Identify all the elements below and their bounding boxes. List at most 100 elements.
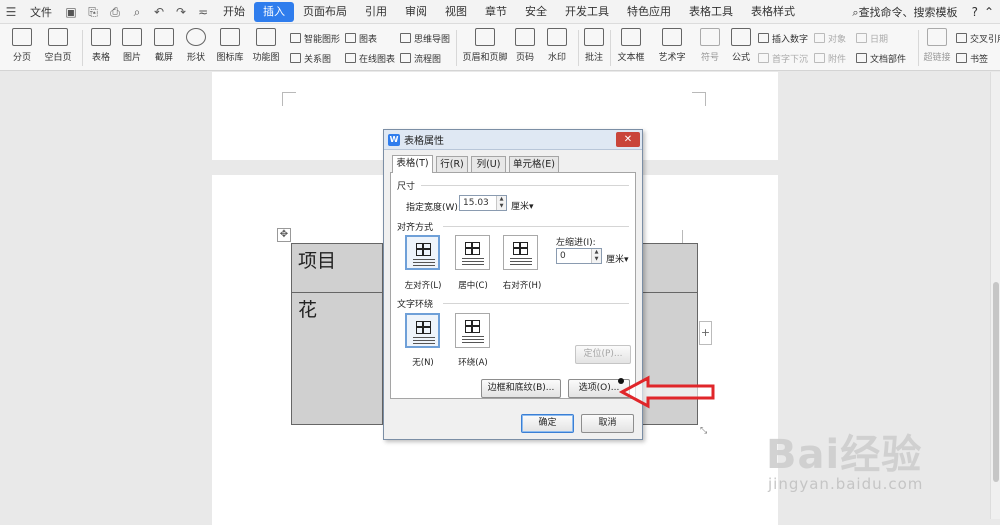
symbol-button[interactable]: 符号 <box>697 28 723 68</box>
align-right-option[interactable] <box>503 235 538 270</box>
bookmark-label: 书签 <box>970 54 989 65</box>
preview-icon[interactable]: ⌕ <box>129 4 145 20</box>
picture-button[interactable]: 图片 <box>118 28 146 68</box>
smart-art-button[interactable]: 智能图形 <box>290 31 340 45</box>
mind-map-icon <box>400 33 411 43</box>
tab-developer[interactable]: 开发工具 <box>556 2 618 22</box>
align-left-label: 左对齐(L) <box>404 281 442 291</box>
close-button[interactable]: ✕ <box>616 132 640 147</box>
tab-table-style[interactable]: 表格样式 <box>742 2 804 22</box>
cross-ref-icon <box>956 33 967 43</box>
table-label: 表格 <box>91 53 110 63</box>
tab-page-layout[interactable]: 页面布局 <box>294 2 356 22</box>
more-icon[interactable]: ≂ <box>195 4 211 20</box>
file-menu[interactable]: 文件 <box>22 4 60 20</box>
red-arrow-shape <box>618 375 715 409</box>
ok-button[interactable]: 确定 <box>521 414 574 433</box>
width-unit-select[interactable]: 厘米▾ <box>511 199 534 212</box>
attachment-button[interactable]: 附件 <box>814 51 846 65</box>
table-resize-icon[interactable]: ⤡ <box>700 426 712 438</box>
redo-icon[interactable]: ↷ <box>173 4 189 20</box>
section-wrap: 文字环绕 <box>397 300 434 310</box>
tab-view[interactable]: 视图 <box>436 2 476 22</box>
export-icon[interactable]: ⎘ <box>85 4 101 20</box>
help-button[interactable]: ? <box>972 5 978 19</box>
indent-unit-select[interactable]: 厘米▾ <box>606 252 629 265</box>
tab-special[interactable]: 特色应用 <box>618 2 680 22</box>
bookmark-button[interactable]: 书签 <box>956 51 988 65</box>
icon-library-button[interactable]: 图标库 <box>215 28 245 68</box>
width-label: 指定宽度(W): <box>406 203 461 213</box>
relation-button[interactable]: 关系图 <box>290 51 331 65</box>
print-icon[interactable]: ⎙ <box>107 4 123 20</box>
doc-parts-label: 文档部件 <box>870 54 907 65</box>
symbol-label: 符号 <box>700 53 719 63</box>
add-column-button[interactable]: + <box>699 321 712 345</box>
insert-number-icon <box>758 33 769 43</box>
watermark-label: 水印 <box>547 53 566 63</box>
tab-column[interactable]: 列(U) <box>471 156 506 173</box>
formula-button[interactable]: 公式 <box>728 28 754 68</box>
blank-page-icon <box>48 28 68 46</box>
save-icon[interactable]: ▣ <box>63 4 79 20</box>
spinner-arrows-icon[interactable]: ▲ ▼ <box>591 249 601 263</box>
word-art-button[interactable]: 艺术字 <box>654 28 690 68</box>
tab-panel: 尺寸 指定宽度(W): 15.03 ▲ ▼ 厘米▾ 对齐方式 左对齐(L) 居中(… <box>390 172 636 399</box>
table-cell-text[interactable]: 项目 <box>298 246 336 273</box>
dialog-titlebar[interactable]: W 表格属性 ✕ <box>384 130 642 150</box>
table-cell-text[interactable]: 花 <box>298 295 317 322</box>
date-button[interactable]: 日期 <box>856 31 888 45</box>
blank-page-label: 空白页 <box>44 53 72 63</box>
width-input[interactable]: 15.03 ▲ ▼ <box>459 195 507 211</box>
page-number-button[interactable]: 页码 <box>511 28 539 68</box>
screenshot-button[interactable]: 截屏 <box>150 28 178 68</box>
tab-security[interactable]: 安全 <box>516 2 556 22</box>
cross-ref-button[interactable]: 交叉引用 <box>956 31 1000 45</box>
hamburger-icon[interactable]: ☰ <box>3 4 19 20</box>
object-button[interactable]: 对象 <box>814 31 846 45</box>
tab-cell[interactable]: 单元格(E) <box>509 156 559 173</box>
mind-map-button[interactable]: 思维导图 <box>400 31 450 45</box>
align-left-option[interactable] <box>405 235 440 270</box>
table-align-left-icon <box>416 243 431 256</box>
tab-home[interactable]: 开始 <box>214 2 254 22</box>
collapse-icon[interactable]: ⌃ <box>984 5 994 19</box>
spinner-arrows-icon[interactable]: ▲ ▼ <box>496 196 506 210</box>
tab-insert[interactable]: 插入 <box>254 1 294 22</box>
borders-shading-button[interactable]: 边框和底纹(B)... <box>481 379 561 398</box>
text-box-button[interactable]: 文本框 <box>614 28 648 68</box>
shape-button[interactable]: 形状 <box>182 28 210 68</box>
wrap-none-option[interactable] <box>405 313 440 348</box>
tab-table-tools[interactable]: 表格工具 <box>680 2 742 22</box>
doc-parts-button[interactable]: 文档部件 <box>856 51 906 65</box>
wrap-around-option[interactable] <box>455 313 490 348</box>
tab-table[interactable]: 表格(T) <box>392 155 433 173</box>
function-chart-button[interactable]: 功能图 <box>249 28 283 68</box>
chart-button[interactable]: 图表 <box>345 31 377 45</box>
indent-input[interactable]: 0 ▲ ▼ <box>556 248 602 264</box>
watermark-button[interactable]: 水印 <box>543 28 571 68</box>
cancel-button[interactable]: 取消 <box>581 414 634 433</box>
comment-button[interactable]: 批注 <box>582 28 606 68</box>
tab-section[interactable]: 章节 <box>476 2 516 22</box>
insert-number-button[interactable]: 插入数字 <box>758 31 808 45</box>
tab-references[interactable]: 引用 <box>356 2 396 22</box>
online-chart-button[interactable]: 在线图表 <box>345 51 395 65</box>
date-icon <box>856 33 867 43</box>
blank-page-button[interactable]: 空白页 <box>38 28 78 68</box>
first-drop-button[interactable]: 首字下沉 <box>758 51 808 65</box>
position-button[interactable]: 定位(P)... <box>575 345 631 364</box>
page-break-button[interactable]: 分页 <box>8 28 36 68</box>
flowchart-button[interactable]: 流程图 <box>400 51 441 65</box>
search-commands[interactable]: ⌕查找命令、搜索模板 <box>844 4 965 20</box>
header-footer-icon <box>475 28 495 46</box>
tab-row[interactable]: 行(R) <box>436 156 468 173</box>
header-footer-button[interactable]: 页眉和页脚 <box>462 28 508 68</box>
align-center-option[interactable] <box>455 235 490 270</box>
page-break-icon <box>12 28 32 46</box>
table-move-handle[interactable]: ✥ <box>277 228 291 242</box>
undo-icon[interactable]: ↶ <box>151 4 167 20</box>
tab-review[interactable]: 审阅 <box>396 2 436 22</box>
hyperlink-button[interactable]: 超链接 <box>922 28 952 68</box>
table-button[interactable]: 表格 <box>87 28 115 68</box>
